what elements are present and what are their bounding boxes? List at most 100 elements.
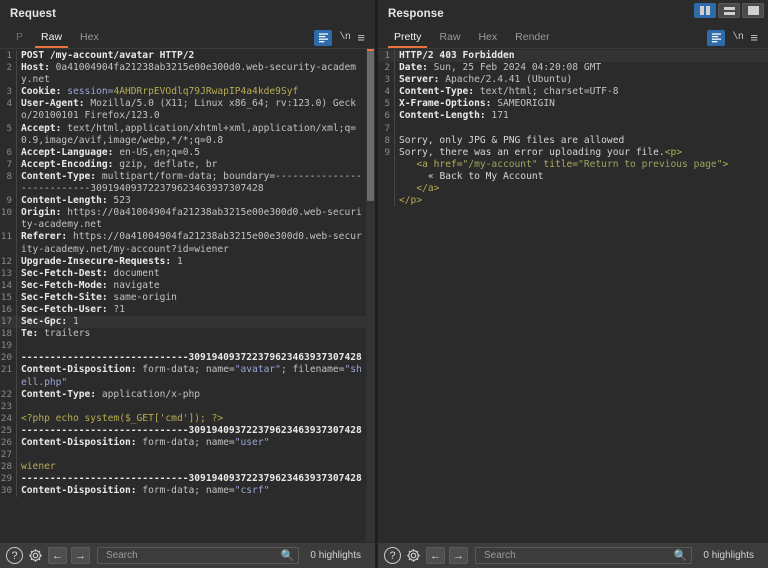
response-search-prev-button[interactable]: ← [426,547,445,564]
line-number: 16 [0,303,17,317]
line-text: <a href="/my-account" title="Return to p… [416,158,729,170]
line-number: 9 [0,195,17,208]
code-line: </p> [378,195,768,208]
code-line: 3 Server: Apache/2.4.41 (Ubuntu) [378,74,768,87]
line-text: Server: Apache/2.4.41 (Ubuntu) [399,74,573,86]
line-number: 4 [0,98,17,123]
request-pane-title: Request [10,8,57,20]
code-line: 11 Referer: https://0a41004904fa21238ab32… [0,231,366,256]
request-scroll-thumb[interactable] [367,51,374,201]
request-search-next-button[interactable]: → [71,547,90,564]
line-text: POST /my-account/avatar HTTP/2 [21,50,195,61]
split-vertical-icon [700,6,710,15]
request-tab-actions: \n ≡ [314,29,375,46]
line-number: 28 [0,461,17,474]
response-tab-pretty[interactable]: Pretty [385,27,430,48]
request-tab-pretty[interactable]: P [7,27,32,48]
line-text: Sorry, there was an error uploading your… [399,146,683,158]
line-text: Content-Length: 171 [399,110,509,122]
request-tab-hex[interactable]: Hex [71,27,108,48]
line-number: 4 [378,86,395,99]
response-search-magnifier-icon: 🔍 [673,550,688,562]
line-number [378,183,395,196]
line-number: 21 [0,364,17,389]
code-line: 23 [0,400,366,413]
line-number: 3 [378,74,395,87]
request-tabbar: P Raw Hex \n ≡ [0,27,375,48]
request-highlights-count: 0 highlights [310,550,361,561]
line-text: Content-Type: text/html; charset=UTF-8 [399,86,619,98]
layout-split-horizontal-button[interactable] [718,3,740,18]
response-newline-icon[interactable]: \n [732,32,744,43]
code-line: </a> [378,183,768,196]
line-text: Host: 0a41004904fa21238ab3215e00e300d0.w… [21,62,357,86]
line-number: 24 [0,412,17,425]
request-search-magnifier-icon: 🔍 [280,550,295,562]
response-format-lines-icon[interactable] [707,29,726,46]
line-text: -----------------------------30919409372… [21,473,362,485]
single-pane-icon [747,6,759,15]
response-tab-raw[interactable]: Raw [430,27,469,48]
line-number: 2 [378,62,395,75]
code-line: « Back to My Account [378,170,768,184]
line-number [378,158,395,171]
line-number: 26 [0,437,17,450]
line-text: Accept: text/html,application/xhtml+xml,… [21,122,357,146]
line-text: Sec-Fetch-User: ?1 [21,303,125,315]
line-text [17,340,366,352]
line-text: -----------------------------30919409372… [21,352,362,364]
request-format-lines-icon[interactable] [314,29,333,46]
line-number: 10 [0,207,17,232]
code-line: 18 Te: trailers [0,328,366,341]
request-vertical-scrollbar[interactable] [366,49,375,542]
request-search-box[interactable]: 🔍 [97,547,300,564]
line-number: 5 [378,98,395,111]
line-number: 1 [0,50,17,63]
response-tab-render[interactable]: Render [506,27,558,48]
response-bottom-toolbar: ? ← → 🔍 0 highlights [378,543,768,568]
line-text: Sec-Fetch-Dest: document [21,267,160,279]
response-search-input[interactable] [482,549,671,562]
line-number: 6 [378,110,395,123]
request-menu-icon[interactable]: ≡ [357,31,365,44]
layout-split-vertical-button[interactable] [694,3,716,18]
line-number: 25 [0,424,17,437]
request-pane: Request P Raw Hex \n ≡ 1 POST /my-accoun… [0,0,375,542]
response-search-box[interactable]: 🔍 [475,547,693,564]
line-text: Sec-Fetch-Site: same-origin [21,291,177,303]
request-code-view[interactable]: 1 POST /my-account/avatar HTTP/2 2 Host: 0a… [0,49,366,542]
code-line: 1 HTTP/2 403 Forbidden [378,50,768,63]
code-line: 8 Sorry, only JPG & PNG files are allowed [378,134,768,147]
request-help-icon[interactable]: ? [6,547,23,564]
line-number: 7 [0,158,17,171]
line-text: </p> [399,195,423,207]
line-text: Origin: https://0a41004904fa21238ab3215e… [21,207,362,231]
line-number: 13 [0,267,17,280]
response-menu-icon[interactable]: ≡ [750,31,758,44]
response-gear-icon[interactable] [405,547,422,564]
response-help-icon[interactable]: ? [384,547,401,564]
response-search-next-button[interactable]: → [449,547,468,564]
request-tab-raw[interactable]: Raw [32,27,71,48]
code-line: 19 [0,340,366,353]
line-number: 30 [0,485,17,498]
response-code-view[interactable]: 1 HTTP/2 403 Forbidden 2 Date: Sun, 25 Feb … [378,49,768,542]
line-number: 3 [0,86,17,99]
response-tab-hex[interactable]: Hex [469,27,506,48]
code-line: 2 Date: Sun, 25 Feb 2024 04:20:08 GMT [378,62,768,75]
request-search-prev-button[interactable]: ← [48,547,67,564]
line-text [17,401,366,413]
code-line: 28 wiener [0,461,366,474]
code-line: 6 Accept-Language: en-US,en;q=0.5 [0,146,366,159]
request-gear-icon[interactable] [27,547,44,564]
layout-single-pane-button[interactable] [742,3,764,18]
response-highlights-count: 0 highlights [703,550,754,561]
code-line: 26 Content-Disposition: form-data; name="… [0,437,366,450]
code-line: 5 X-Frame-Options: SAMEORIGIN [378,98,768,111]
line-text: HTTP/2 403 Forbidden [399,50,515,61]
response-tabbar: Pretty Raw Hex Render \n ≡ [378,27,768,48]
request-newline-icon[interactable]: \n [339,32,351,43]
code-line: 3 Cookie: session=4AHDRrpEVOdlq79JRwapIP4… [0,86,366,99]
request-search-input[interactable] [104,549,278,562]
line-text: Upgrade-Insecure-Requests: 1 [21,255,183,267]
